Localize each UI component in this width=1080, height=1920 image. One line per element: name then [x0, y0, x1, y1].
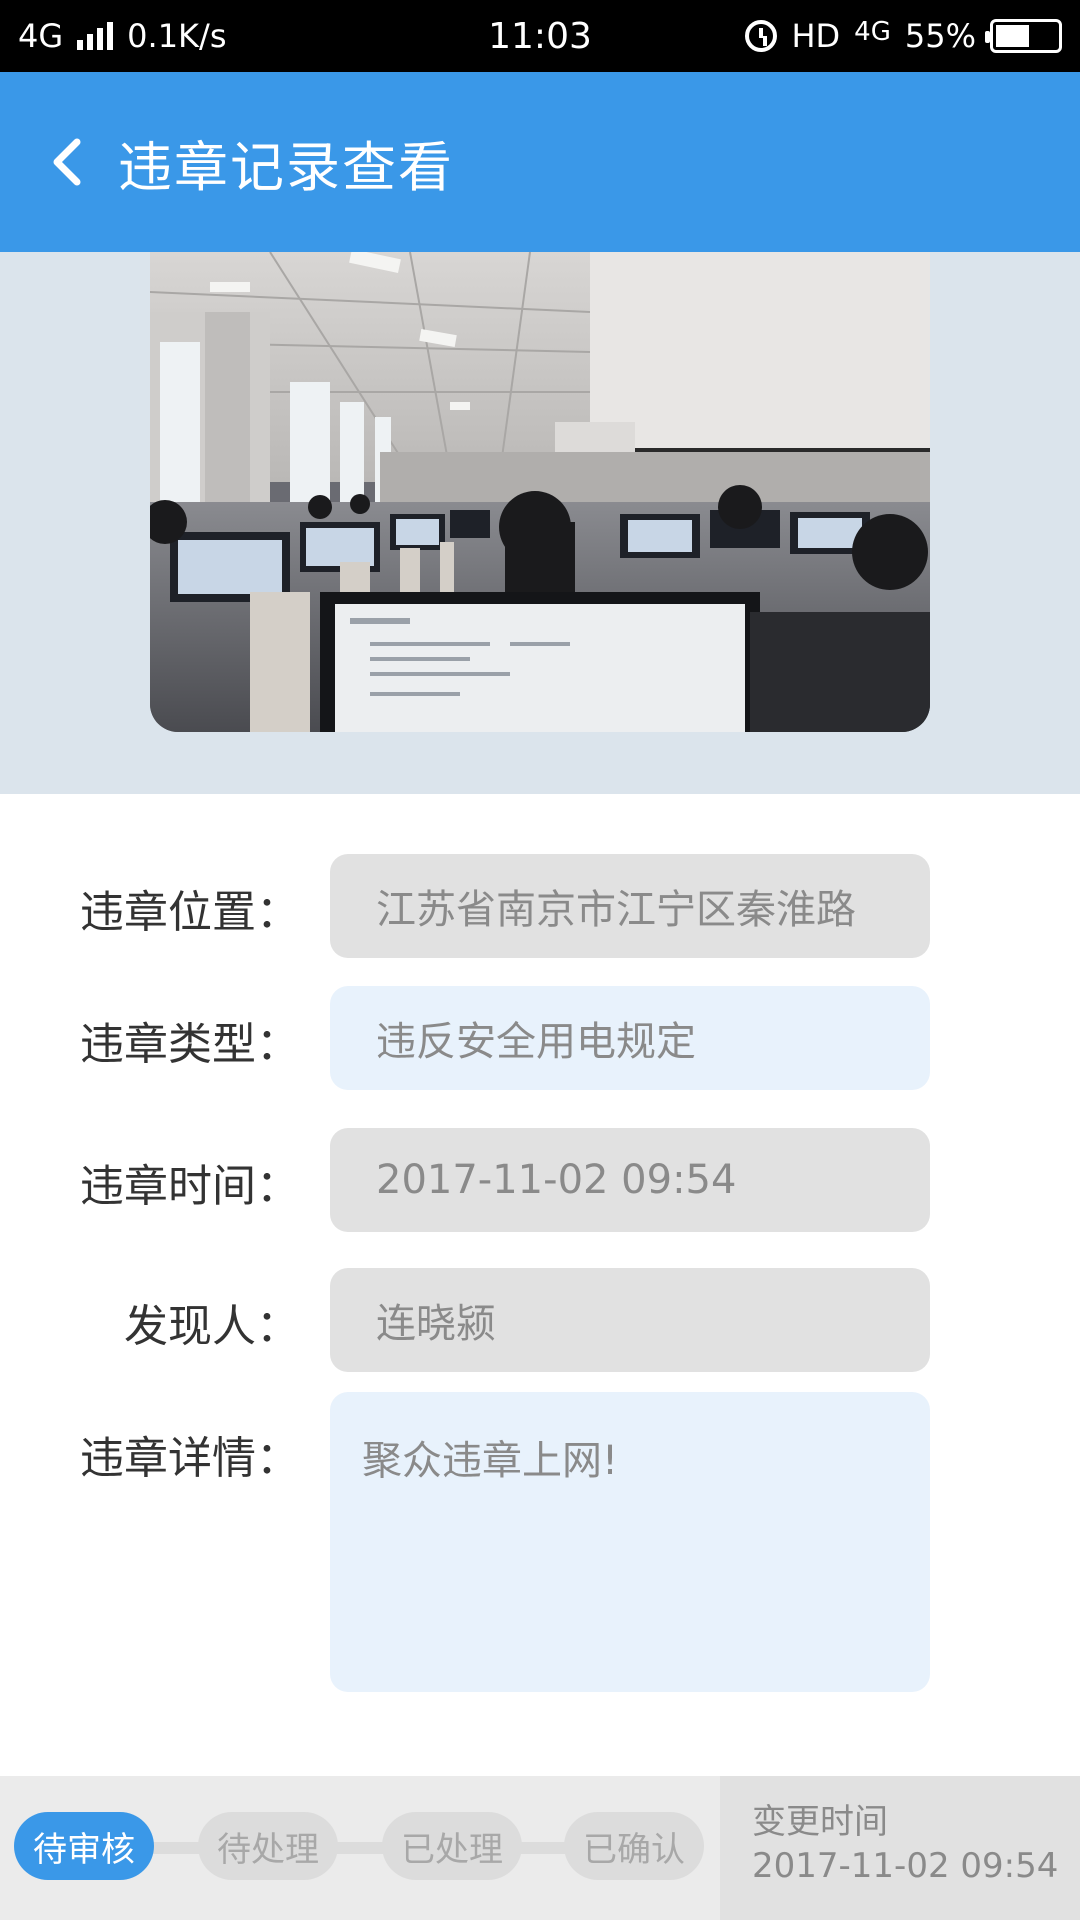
finder-field: 连晓颍 [330, 1268, 930, 1372]
step-processed: 已处理 [382, 1812, 522, 1880]
step-pending-review: 待审核 [14, 1812, 154, 1880]
app-bar: 违章记录查看 [0, 72, 1080, 252]
detail-field[interactable]: 聚众违章上网! [330, 1392, 930, 1692]
location-label: 违章位置： [80, 887, 300, 938]
battery-icon [985, 19, 1062, 53]
network-speed: 0.1K/s [127, 17, 227, 55]
bottom-bar: 待审核 待处理 已处理 已确认 变更时间 2017-11-02 09:54 [0, 1776, 1080, 1920]
detail-label: 违章详情： [80, 1433, 300, 1484]
type-label: 违章类型： [80, 1019, 300, 1070]
change-time-label: 变更时间 [752, 1802, 888, 1842]
step-confirmed: 已确认 [564, 1812, 704, 1880]
time-field: 2017-11-02 09:54 [330, 1128, 930, 1232]
status-right: HD 4G 55% [745, 17, 1062, 55]
hd-label: HD [791, 17, 841, 55]
chevron-left-icon[interactable] [46, 132, 86, 192]
location-field: 江苏省南京市江宁区秦淮路 [330, 854, 930, 958]
status-left: 4G 0.1K/s [18, 17, 226, 55]
change-time: 变更时间 2017-11-02 09:54 [720, 1776, 1080, 1920]
finder-label: 发现人： [124, 1301, 300, 1352]
net-type-label: 4G [854, 17, 891, 47]
status-bar: 4G 0.1K/s 11:03 HD 4G 55% [0, 0, 1080, 72]
page-title: 违章记录查看 [118, 135, 454, 199]
network-label: 4G [18, 17, 64, 55]
type-field[interactable]: 违反安全用电规定 [330, 986, 930, 1090]
change-time-value: 2017-11-02 09:54 [752, 1846, 1059, 1886]
violation-photo[interactable] [150, 252, 930, 732]
alarm-icon [745, 20, 778, 52]
status-progress: 待审核 待处理 已处理 已确认 [0, 1776, 720, 1920]
step-pending-process: 待处理 [198, 1812, 338, 1880]
time-label: 违章时间： [80, 1161, 300, 1212]
photo-area [0, 252, 1080, 794]
battery-percent: 55% [904, 17, 976, 55]
signal-icon [77, 22, 114, 50]
